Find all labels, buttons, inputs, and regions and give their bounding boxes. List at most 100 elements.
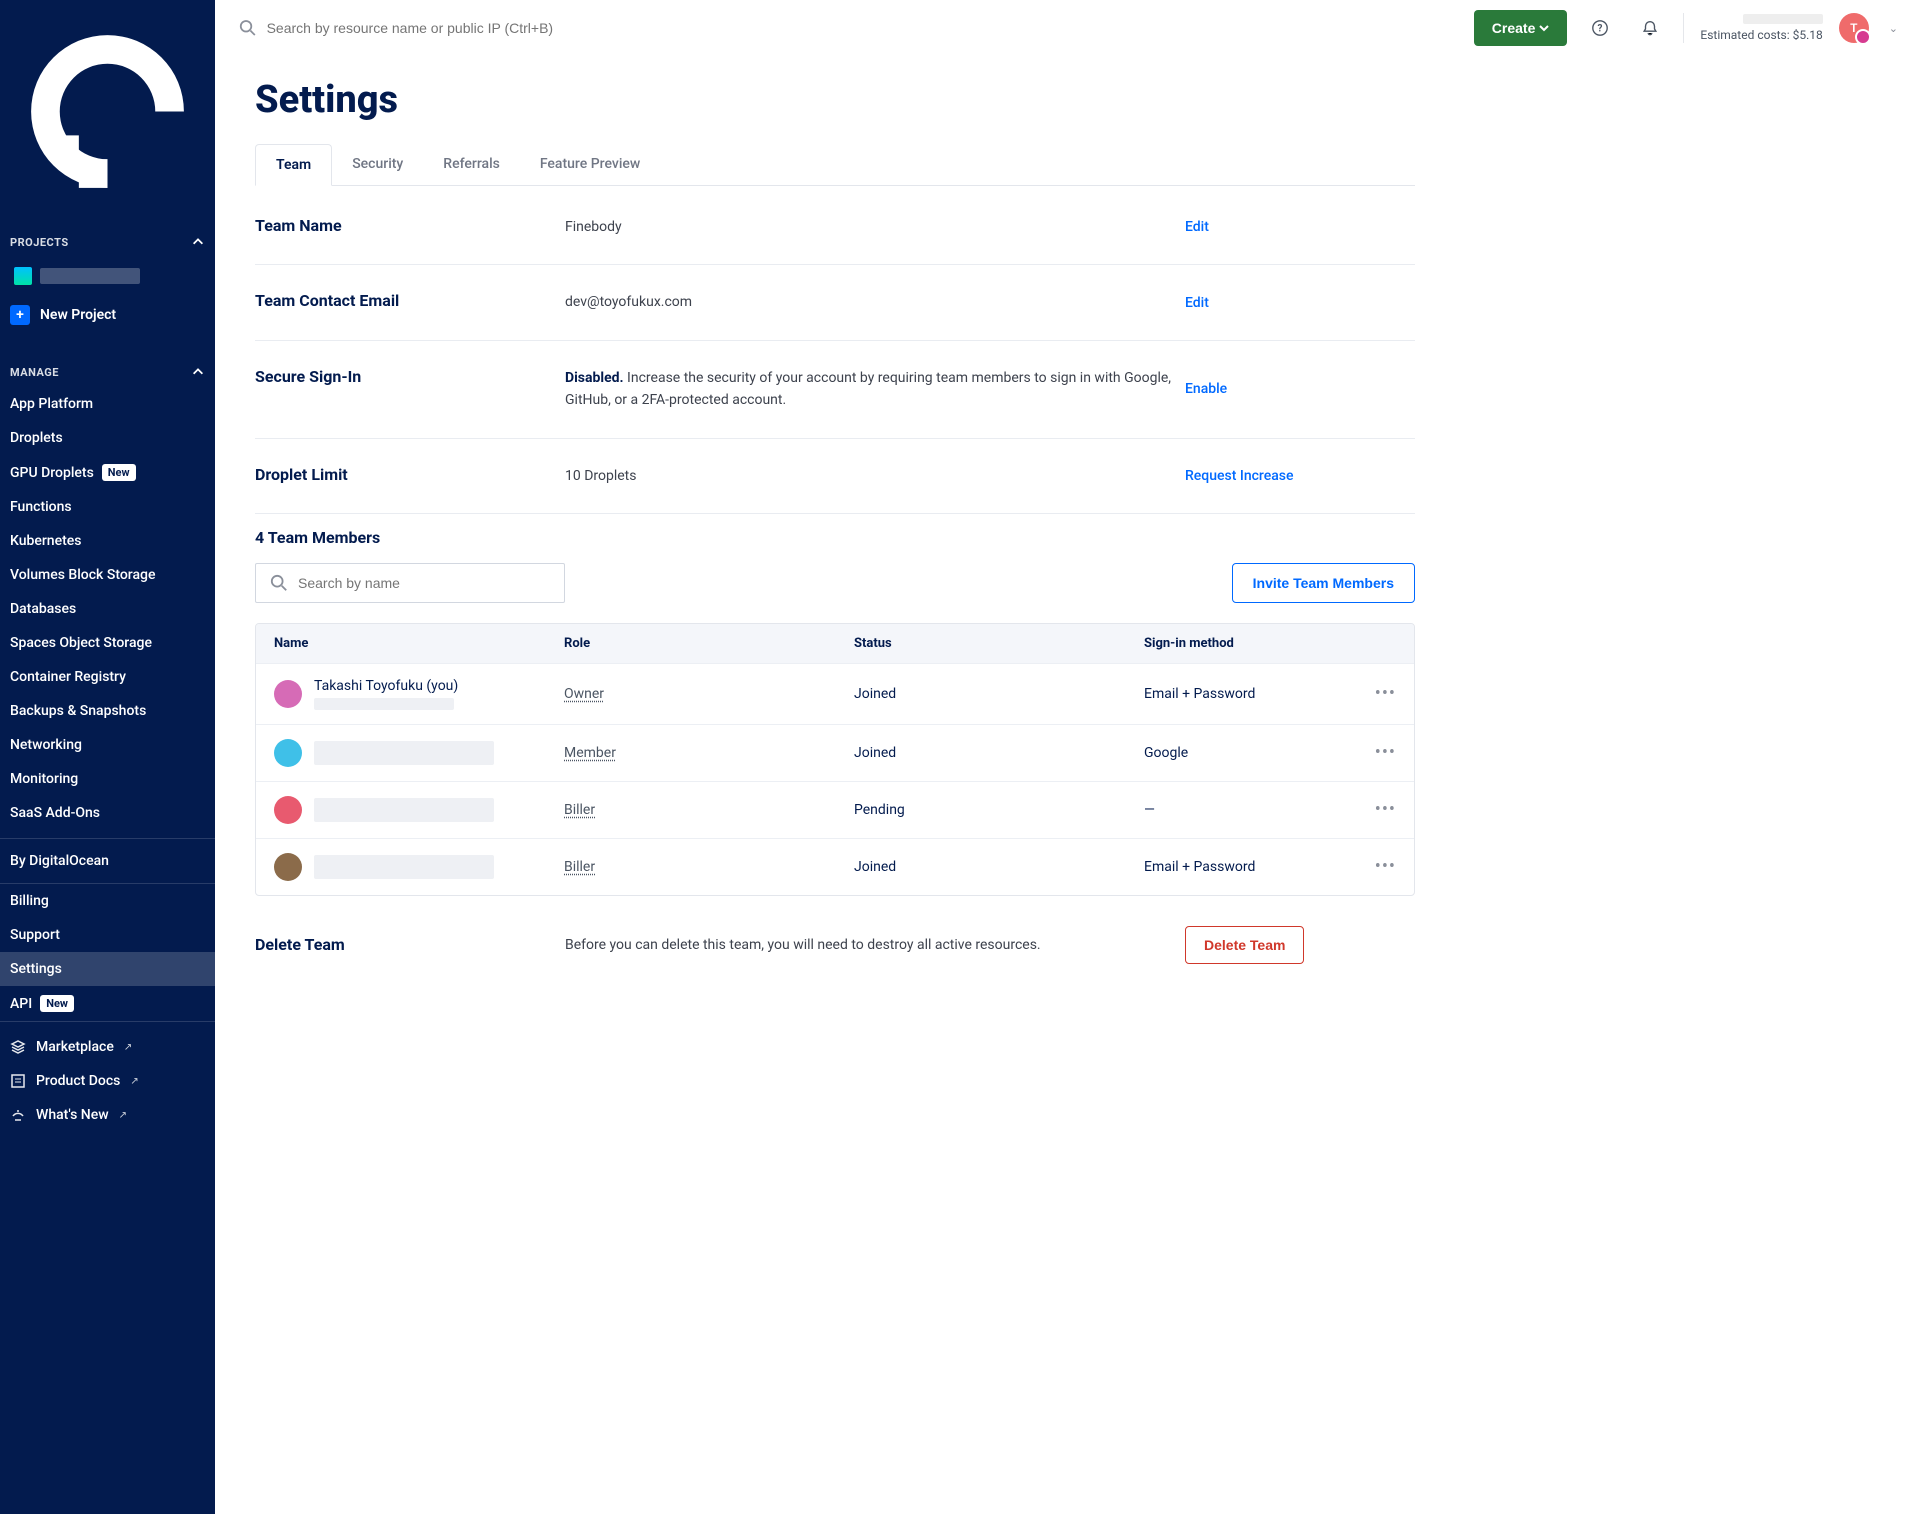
manage-section-header[interactable]: MANAGE bbox=[0, 353, 215, 387]
create-button[interactable]: Create bbox=[1474, 10, 1568, 46]
cost-display[interactable]: Estimated costs: $5.18 bbox=[1700, 14, 1822, 42]
avatar bbox=[274, 853, 302, 881]
project-swatch-icon bbox=[14, 267, 32, 285]
page-title: Settings bbox=[255, 78, 1415, 122]
notifications-button[interactable] bbox=[1633, 11, 1667, 45]
col-header-name: Name bbox=[274, 636, 564, 651]
sidebar-item-droplets[interactable]: Droplets bbox=[0, 421, 215, 455]
role-link[interactable]: Owner bbox=[564, 686, 604, 702]
role-link[interactable]: Biller bbox=[564, 802, 595, 818]
sidebar-lower-list: BillingSupportSettingsAPINew bbox=[0, 883, 215, 1021]
sidebar-item-networking[interactable]: Networking bbox=[0, 728, 215, 762]
setting-row-secure-signin: Secure Sign-In Disabled. Increase the se… bbox=[255, 341, 1415, 439]
value-contact-email: dev@toyofukux.com bbox=[565, 291, 1185, 313]
row-actions-button[interactable]: ••• bbox=[1356, 742, 1396, 763]
sidebar-bottom-list: Marketplace↗Product Docs↗What's New↗ bbox=[0, 1021, 215, 1140]
members-count-header: 4 Team Members bbox=[255, 528, 1415, 547]
new-project-button[interactable]: + New Project bbox=[0, 295, 215, 335]
new-badge: New bbox=[102, 464, 136, 481]
divider bbox=[1683, 13, 1684, 43]
chevron-down-icon bbox=[1539, 23, 1549, 33]
help-icon: ? bbox=[1591, 19, 1609, 37]
sidebar-item-product-docs[interactable]: Product Docs↗ bbox=[0, 1064, 215, 1098]
global-search[interactable] bbox=[239, 19, 1458, 37]
table-header: Name Role Status Sign-in method bbox=[256, 624, 1414, 663]
sidebar-item-api[interactable]: APINew bbox=[0, 986, 215, 1021]
sidebar: PROJECTS + New Project MANAGE App Platfo… bbox=[0, 0, 215, 1514]
manage-list: App PlatformDropletsGPU DropletsNewFunct… bbox=[0, 387, 215, 838]
member-status: Joined bbox=[854, 745, 1144, 761]
sidebar-item-kubernetes[interactable]: Kubernetes bbox=[0, 524, 215, 558]
sidebar-item-functions[interactable]: Functions bbox=[0, 490, 215, 524]
tab-team[interactable]: Team bbox=[255, 144, 332, 186]
col-header-role: Role bbox=[564, 636, 854, 651]
avatar bbox=[274, 796, 302, 824]
project-name bbox=[40, 268, 140, 284]
avatar bbox=[274, 680, 302, 708]
label-delete-team: Delete Team bbox=[255, 935, 565, 954]
chevron-up-icon bbox=[191, 365, 205, 379]
user-avatar-button[interactable]: T bbox=[1839, 13, 1869, 43]
new-project-label: New Project bbox=[40, 307, 116, 323]
sidebar-item-gpu-droplets[interactable]: GPU DropletsNew bbox=[0, 455, 215, 490]
member-signin: — bbox=[1144, 802, 1356, 818]
sidebar-item-settings[interactable]: Settings bbox=[0, 952, 215, 986]
external-link-icon: ↗ bbox=[130, 1076, 138, 1087]
sidebar-item-spaces-object-storage[interactable]: Spaces Object Storage bbox=[0, 626, 215, 660]
external-link-icon: ↗ bbox=[119, 1110, 127, 1121]
request-increase-link[interactable]: Request Increase bbox=[1185, 468, 1294, 484]
help-button[interactable]: ? bbox=[1583, 11, 1617, 45]
projects-section-header[interactable]: PROJECTS bbox=[0, 223, 215, 257]
value-secure-signin: Disabled. Increase the security of your … bbox=[565, 367, 1185, 412]
plus-icon: + bbox=[10, 305, 30, 325]
estimated-cost: Estimated costs: $5.18 bbox=[1700, 28, 1822, 42]
label-secure-signin: Secure Sign-In bbox=[255, 367, 565, 386]
global-search-input[interactable] bbox=[267, 20, 1458, 36]
table-row: Member JoinedGoogle••• bbox=[256, 724, 1414, 781]
tab-security[interactable]: Security bbox=[332, 144, 423, 185]
table-row: Takashi Toyofuku (you)OwnerJoinedEmail +… bbox=[256, 663, 1414, 724]
sidebar-item-what-s-new[interactable]: What's New↗ bbox=[0, 1098, 215, 1132]
members-toolbar: Invite Team Members bbox=[255, 563, 1415, 603]
member-signin: Email + Password bbox=[1144, 859, 1356, 875]
member-signin: Google bbox=[1144, 745, 1356, 761]
member-search[interactable] bbox=[255, 563, 565, 603]
project-item[interactable] bbox=[4, 259, 211, 293]
svg-text:?: ? bbox=[1598, 24, 1603, 35]
row-actions-button[interactable]: ••• bbox=[1356, 856, 1396, 877]
chevron-up-icon bbox=[191, 235, 205, 249]
enable-secure-signin-link[interactable]: Enable bbox=[1185, 381, 1227, 397]
col-header-status: Status bbox=[854, 636, 1144, 651]
delete-team-button[interactable]: Delete Team bbox=[1185, 926, 1304, 964]
avatar bbox=[274, 739, 302, 767]
by-digitalocean[interactable]: By DigitalOcean bbox=[0, 838, 215, 883]
sidebar-item-databases[interactable]: Databases bbox=[0, 592, 215, 626]
setting-row-team-name: Team Name Finebody Edit bbox=[255, 190, 1415, 265]
sidebar-item-backups-snapshots[interactable]: Backups & Snapshots bbox=[0, 694, 215, 728]
tab-feature-preview[interactable]: Feature Preview bbox=[520, 144, 660, 185]
row-actions-button[interactable]: ••• bbox=[1356, 799, 1396, 820]
edit-team-name-link[interactable]: Edit bbox=[1185, 219, 1209, 235]
sidebar-item-support[interactable]: Support bbox=[0, 918, 215, 952]
member-search-input[interactable] bbox=[298, 575, 550, 591]
invite-members-button[interactable]: Invite Team Members bbox=[1232, 563, 1415, 603]
sidebar-item-volumes-block-storage[interactable]: Volumes Block Storage bbox=[0, 558, 215, 592]
role-link[interactable]: Member bbox=[564, 745, 616, 761]
new-badge: New bbox=[40, 995, 74, 1012]
projects-label: PROJECTS bbox=[10, 236, 69, 249]
label-team-name: Team Name bbox=[255, 216, 565, 235]
value-delete-team: Before you can delete this team, you wil… bbox=[565, 934, 1185, 956]
sidebar-item-marketplace[interactable]: Marketplace↗ bbox=[0, 1030, 215, 1064]
row-actions-button[interactable]: ••• bbox=[1356, 683, 1396, 704]
role-link[interactable]: Biller bbox=[564, 859, 595, 875]
sidebar-item-saas-add-ons[interactable]: SaaS Add-Ons bbox=[0, 796, 215, 830]
sidebar-item-app-platform[interactable]: App Platform bbox=[0, 387, 215, 421]
member-name: Takashi Toyofuku (you) bbox=[314, 678, 458, 694]
sidebar-item-monitoring[interactable]: Monitoring bbox=[0, 762, 215, 796]
tab-referrals[interactable]: Referrals bbox=[423, 144, 520, 185]
sidebar-item-billing[interactable]: Billing bbox=[0, 884, 215, 918]
sidebar-item-container-registry[interactable]: Container Registry bbox=[0, 660, 215, 694]
edit-contact-email-link[interactable]: Edit bbox=[1185, 295, 1209, 311]
delete-team-section: Delete Team Before you can delete this t… bbox=[255, 896, 1415, 974]
logo[interactable] bbox=[0, 0, 215, 223]
